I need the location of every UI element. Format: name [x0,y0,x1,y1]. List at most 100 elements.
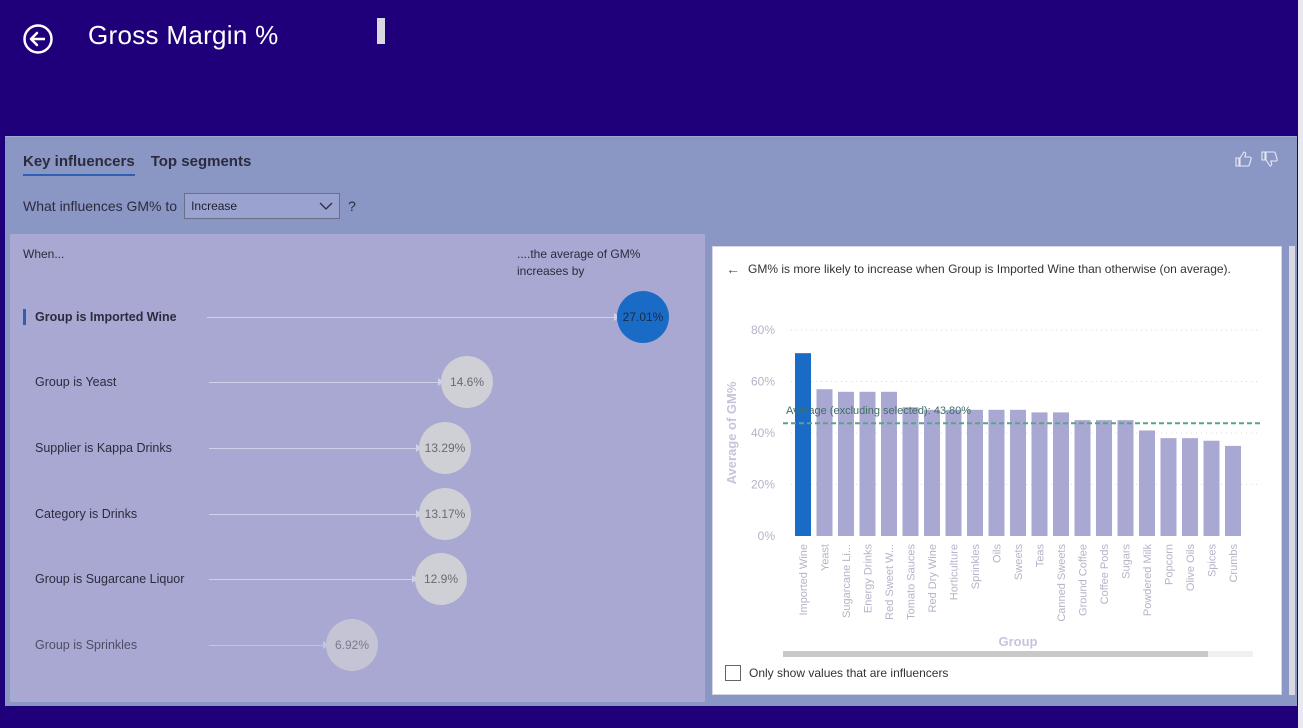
tab-bar: Key influencers Top segments [23,153,251,176]
influencer-row[interactable]: Group is Sugarcane Liquor 12.9% [10,553,705,607]
x-tick-label: Powdered Milk [1142,544,1154,617]
bar [945,409,962,536]
vertical-scrollbar[interactable] [1289,246,1295,695]
x-tick-label: Sugars [1121,544,1133,579]
bar [1160,438,1177,536]
feedback-buttons [1235,151,1279,172]
dropdown-value: Increase [191,199,238,213]
x-tick-label: Oils [992,544,1004,563]
influencer-label[interactable]: Group is Imported Wine [35,310,177,324]
influencer-detail-panel: ← GM% is more likely to increase when Gr… [712,246,1282,695]
average-header-line1: ....the average of GM% [517,247,641,261]
bar [924,409,940,536]
x-tick-label: Sprinkles [970,544,982,590]
y-tick-label: 60% [751,375,775,389]
influencer-value-bubble[interactable]: 13.17% [419,488,471,540]
question-suffix: ? [348,198,356,214]
x-tick-label: Energy Drinks [863,544,875,614]
thumbs-down-button[interactable] [1261,151,1279,172]
y-axis-label: Average of GM% [724,381,739,484]
bar [1182,438,1198,536]
back-arrow-circle-icon [23,24,53,54]
bar [1225,445,1241,536]
bar [1203,440,1220,536]
bar [967,409,983,536]
x-tick-label: Popcorn [1164,544,1176,585]
window-edge [1298,0,1303,728]
direction-dropdown[interactable]: Increase [184,193,341,219]
tab-top-segments[interactable]: Top segments [151,153,252,176]
gm-bar-chart: 0% 20% 40% 60% 80% Average of GM% Imported Win… [724,323,1261,649]
bar [1117,420,1134,536]
x-tick-label: Horticulture [949,544,961,600]
text-cursor [377,18,385,44]
scrollbar-thumb[interactable] [783,651,1208,657]
bar [1139,430,1155,536]
influencer-row[interactable]: Supplier is Kappa Drinks 13.29% [10,422,705,476]
x-tick-label: Canned Sweets [1056,544,1068,622]
influencer-label[interactable]: Group is Sugarcane Liquor [35,572,184,586]
x-tick-label: Sugarcane Li... [841,544,853,618]
average-line-label: Average (excluding selected): 43.80% [786,405,971,417]
influencer-label[interactable]: Group is Yeast [35,375,116,389]
key-influencers-visual: Key influencers Top segments What influe… [5,136,1297,706]
connector-line [209,645,327,646]
bar [1053,412,1069,536]
influencer-value-bubble[interactable]: 12.9% [415,553,467,605]
thumbs-up-icon [1235,151,1252,167]
influencer-row[interactable]: Group is Yeast 14.6% [10,356,705,410]
bar [902,407,919,536]
x-tick-label: Red Sweet W... [884,544,896,620]
bar [1031,412,1048,536]
influencer-row[interactable]: Category is Drinks 13.17% [10,488,705,542]
x-tick-label: Yeast [820,544,832,571]
influencer-label[interactable]: Category is Drinks [35,507,137,521]
influencer-value-bubble[interactable]: 14.6% [441,356,493,408]
x-tick-label: Ground Coffee [1078,544,1090,616]
x-tick-label: Teas [1035,544,1047,568]
when-column-header: When... [23,247,65,261]
y-tick-label: 40% [751,426,775,440]
y-tick-label: 0% [758,529,776,543]
connector-line [209,579,416,580]
only-show-influencers-option[interactable]: Only show values that are influencers [725,665,948,681]
bar [1010,409,1026,536]
influencer-row[interactable]: Group is Imported Wine 27.01% [10,291,705,345]
connector-line [209,514,420,515]
influence-question: What influences GM% to Increase ? [23,193,356,219]
only-show-checkbox[interactable] [725,665,741,681]
selection-indicator [23,309,26,325]
y-tick-label: 20% [751,478,775,492]
influencer-label[interactable]: Group is Sprinkles [35,638,137,652]
question-prefix: What influences GM% to [23,198,178,214]
x-tick-label: Tomato Sauces [906,544,918,620]
average-header-line2: increases by [517,264,585,278]
y-tick-label: 80% [751,323,775,337]
x-tick-label: Imported Wine [798,544,810,616]
connector-line [209,382,441,383]
horizontal-scrollbar[interactable] [783,651,1253,657]
bar [988,409,1005,536]
x-tick-label: Crumbs [1228,544,1240,583]
x-tick-label: Coffee Pods [1099,544,1111,605]
average-column-header: ....the average of GM% increases by [517,246,640,280]
x-tick-label: Olive Oils [1185,544,1197,592]
x-tick-label: Red Dry Wine [927,544,939,612]
influencer-value-bubble[interactable]: 6.92% [326,619,378,671]
influencers-panel: When... ....the average of GM% increases… [10,234,705,702]
chevron-down-icon [319,202,333,210]
influencer-row[interactable]: Group is Sprinkles 6.92% [10,619,705,673]
connector-line [207,317,617,318]
only-show-label: Only show values that are influencers [749,666,949,680]
bar [1074,420,1091,536]
influencer-label[interactable]: Supplier is Kappa Drinks [35,441,172,455]
page-title: Gross Margin % [88,20,279,50]
tab-key-influencers[interactable]: Key influencers [23,153,135,176]
x-axis-label: Group [999,634,1038,649]
thumbs-up-button[interactable] [1235,151,1253,172]
x-tick-label: Spices [1207,544,1219,578]
back-button[interactable] [22,23,54,55]
influencer-value-bubble[interactable]: 13.29% [419,422,471,474]
bar [795,353,811,536]
influencer-value-bubble[interactable]: 27.01% [617,291,669,343]
